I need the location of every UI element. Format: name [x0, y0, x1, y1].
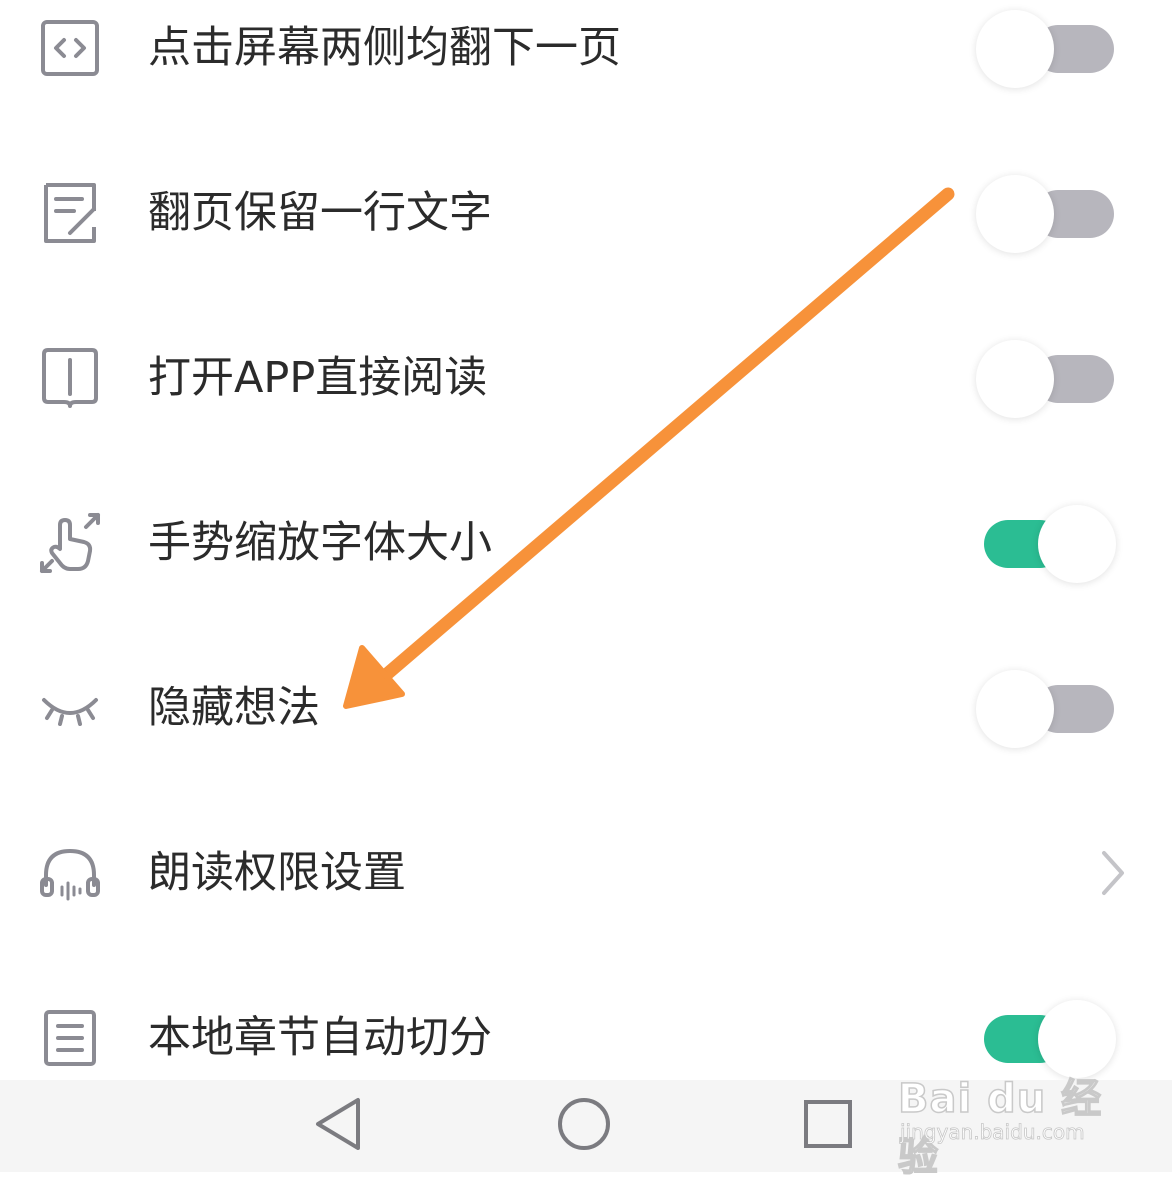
setting-row-hide-thoughts[interactable]: 隐藏想法: [0, 648, 1172, 768]
back-triangle-icon[interactable]: [306, 1092, 370, 1156]
headphones-icon: [40, 848, 100, 901]
home-circle-icon[interactable]: [552, 1092, 616, 1156]
note-edit-icon: [44, 183, 96, 243]
auto-split-toggle[interactable]: [976, 998, 1118, 1080]
setting-row-page-turn[interactable]: 点击屏幕两侧均翻下一页: [0, 0, 1172, 108]
toggle-knob: [976, 175, 1054, 253]
setting-label: 手势缩放字体大小: [148, 518, 492, 568]
toggle-knob: [1038, 505, 1116, 583]
setting-label: 点击屏幕两侧均翻下一页: [148, 23, 621, 73]
setting-label: 隐藏想法: [148, 683, 320, 733]
setting-row-open-app-read[interactable]: 打开APP直接阅读: [0, 318, 1172, 438]
toggle-knob: [976, 670, 1054, 748]
setting-row-read-aloud-permission[interactable]: 朗读权限设置: [0, 813, 1172, 933]
open-app-read-toggle[interactable]: [976, 338, 1118, 420]
closed-eye-icon: [42, 698, 98, 726]
hide-thoughts-toggle[interactable]: [976, 668, 1118, 750]
page-turn-toggle[interactable]: [976, 8, 1118, 90]
open-book-icon: [42, 348, 98, 408]
setting-label: 本地章节自动切分: [148, 1013, 492, 1063]
setting-label: 朗读权限设置: [148, 848, 406, 898]
page-turn-icon: [41, 20, 99, 76]
pinch-zoom-toggle[interactable]: [976, 503, 1118, 585]
recents-square-icon[interactable]: [796, 1092, 860, 1156]
list-document-icon: [44, 1010, 96, 1066]
setting-label: 翻页保留一行文字: [148, 188, 492, 238]
setting-label: 打开APP直接阅读: [148, 353, 488, 403]
keep-line-toggle[interactable]: [976, 173, 1118, 255]
setting-row-keep-line[interactable]: 翻页保留一行文字: [0, 153, 1172, 273]
toggle-knob: [976, 340, 1054, 418]
toggle-knob: [976, 10, 1054, 88]
chevron-right-icon[interactable]: [1098, 847, 1128, 899]
system-navigation-bar: [0, 1080, 1172, 1172]
pinch-gesture-icon: [40, 513, 100, 573]
setting-row-pinch-zoom[interactable]: 手势缩放字体大小: [0, 483, 1172, 603]
toggle-knob: [1038, 1000, 1116, 1078]
